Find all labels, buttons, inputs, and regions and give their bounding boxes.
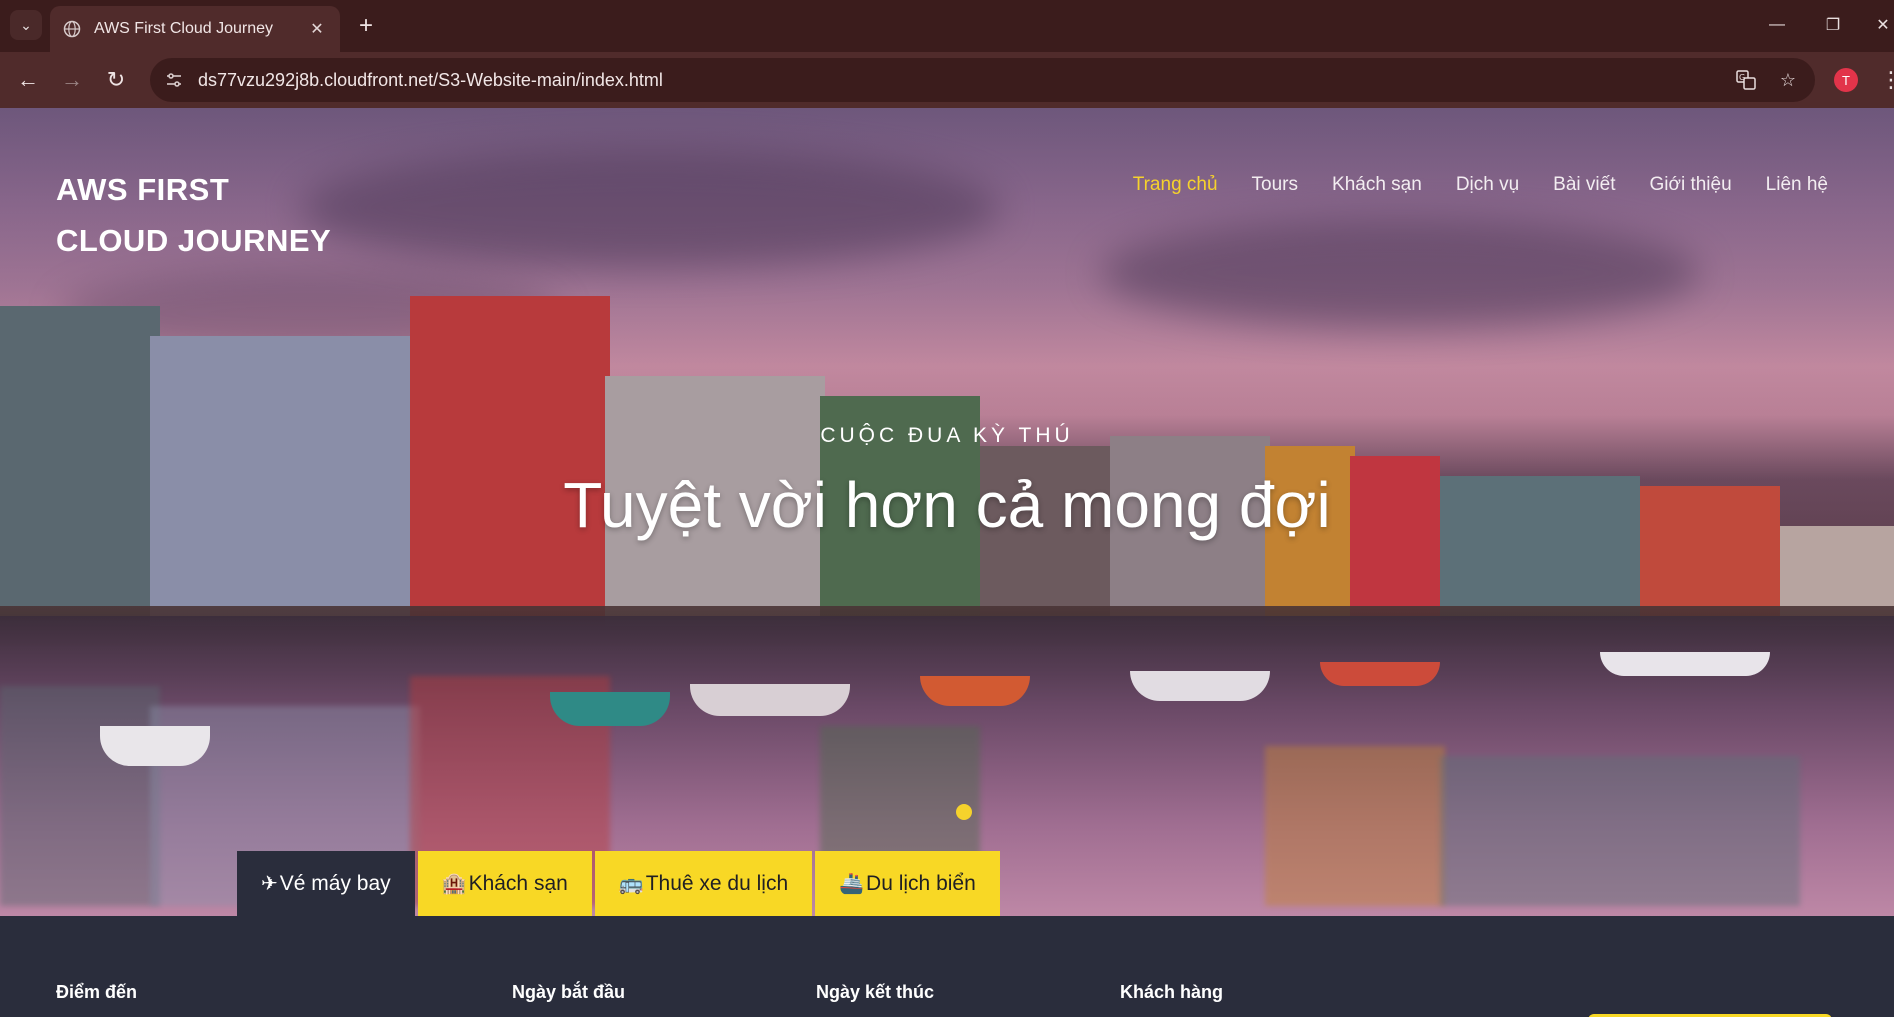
brand-line-1: AWS FIRST <box>56 172 230 207</box>
nav-link-services[interactable]: Dịch vụ <box>1456 174 1519 196</box>
restore-icon[interactable]: ❐ <box>1816 10 1850 40</box>
nav-link-hotels[interactable]: Khách sạn <box>1332 174 1422 196</box>
reflection-shape <box>0 686 160 906</box>
close-window-icon[interactable]: ✕ <box>1866 10 1894 40</box>
customers-label: Khách hàng <box>1120 982 1224 1002</box>
tab-label: Thuê xe du lịch <box>645 871 789 895</box>
minimize-icon[interactable]: — <box>1760 10 1794 40</box>
tab-hotels[interactable]: 🏨 Khách sạn <box>417 851 592 916</box>
browser-tab-bar: ⌄ AWS First Cloud Journey ✕ + — ❐ ✕ <box>0 0 1894 52</box>
boat-shape <box>550 692 670 726</box>
cloud-shape <box>1100 218 1700 328</box>
booking-form: Điểm đến Ngày bắt đầu Ngày kết thúc Khác… <box>0 916 1894 1017</box>
hero-section: AWS FIRST CLOUD JOURNEY Trang chủ Tours … <box>0 108 1894 916</box>
profile-avatar[interactable]: T <box>1834 68 1858 92</box>
start-date-label: Ngày bắt đầu <box>512 982 626 1002</box>
tab-label: Vé máy bay <box>279 871 391 895</box>
back-icon[interactable]: ← <box>12 64 44 96</box>
nav-link-tours[interactable]: Tours <box>1252 174 1298 196</box>
carousel-dot[interactable] <box>956 804 972 820</box>
main-navigation: Trang chủ Tours Khách sạn Dịch vụ Bài vi… <box>1133 174 1828 196</box>
hotel-icon: 🏨 <box>441 873 467 895</box>
reflection-shape <box>1440 756 1800 906</box>
reload-icon[interactable]: ↻ <box>100 64 132 96</box>
end-date-label: Ngày kết thúc <box>816 982 935 1002</box>
bus-icon: 🚌 <box>618 873 644 895</box>
new-tab-icon[interactable]: + <box>352 12 380 40</box>
nav-link-articles[interactable]: Bài viết <box>1553 174 1615 196</box>
site-brand[interactable]: AWS FIRST CLOUD JOURNEY <box>56 164 331 266</box>
boat-shape <box>1600 652 1770 676</box>
tab-label: Du lịch biển <box>866 871 976 895</box>
tab-search-icon[interactable]: ⌄ <box>10 10 42 40</box>
browser-menu-icon[interactable]: ⋮ <box>1880 66 1894 94</box>
nav-link-home[interactable]: Trang chủ <box>1133 174 1218 196</box>
cloud-shape <box>300 148 1000 268</box>
site-info-icon[interactable] <box>164 70 184 90</box>
boat-shape <box>920 676 1030 706</box>
url-text: ds77vzu292j8b.cloudfront.net/S3-Website-… <box>198 69 663 90</box>
destination-label: Điểm đến <box>56 982 138 1002</box>
hero-headline: Tuyệt vời hơn cả mong đợi <box>563 469 1331 541</box>
globe-icon <box>62 19 82 39</box>
airplane-icon: ✈ <box>261 873 278 895</box>
close-tab-icon[interactable]: ✕ <box>306 18 328 40</box>
reflection-shape <box>1265 746 1445 906</box>
nav-link-contact[interactable]: Liên hệ <box>1766 174 1828 196</box>
brand-line-2: CLOUD JOURNEY <box>56 223 332 258</box>
booking-tabs: ✈ Vé máy bay 🏨 Khách sạn 🚌 Thuê xe du lị… <box>237 851 1000 916</box>
svg-text:G: G <box>1739 73 1745 82</box>
boat-shape <box>690 684 850 716</box>
tab-title: AWS First Cloud Journey <box>94 20 274 37</box>
boat-shape <box>1320 662 1440 686</box>
browser-toolbar: ← → ↻ ds77vzu292j8b.cloudfront.net/S3-We… <box>0 52 1894 108</box>
bookmark-star-icon[interactable]: ☆ <box>1777 69 1799 91</box>
hero-eyebrow: CUỘC ĐUA KỲ THÚ <box>820 424 1074 447</box>
tab-label: Khách sạn <box>468 871 568 895</box>
ship-icon: 🚢 <box>839 873 865 895</box>
browser-tab[interactable]: AWS First Cloud Journey ✕ <box>50 6 340 52</box>
translate-icon[interactable]: G <box>1735 69 1757 91</box>
tab-flights[interactable]: ✈ Vé máy bay <box>237 851 415 916</box>
boat-shape <box>100 726 210 766</box>
building-shape <box>0 306 160 626</box>
tab-sea-travel[interactable]: 🚢 Du lịch biển <box>815 851 1000 916</box>
nav-link-about[interactable]: Giới thiệu <box>1649 174 1731 196</box>
tab-car-rental[interactable]: 🚌 Thuê xe du lịch <box>594 851 813 916</box>
forward-icon[interactable]: → <box>56 64 88 96</box>
boat-shape <box>1130 671 1270 701</box>
address-bar[interactable]: ds77vzu292j8b.cloudfront.net/S3-Website-… <box>150 58 1815 102</box>
building-shape <box>410 296 610 626</box>
